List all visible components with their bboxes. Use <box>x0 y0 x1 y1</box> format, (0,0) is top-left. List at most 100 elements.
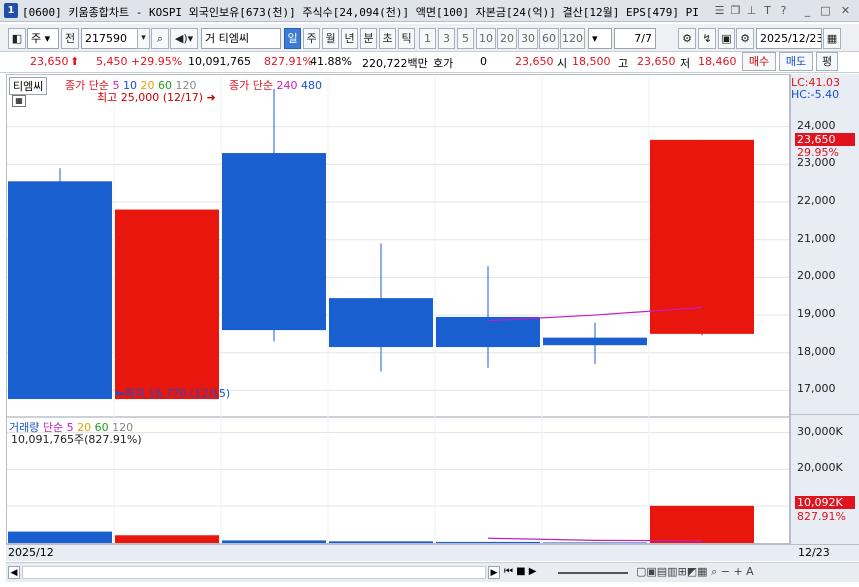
interval-custom-select[interactable]: ▾ <box>588 28 612 49</box>
sell-button[interactable]: 매도 <box>779 52 813 71</box>
low-label: 저 <box>680 57 691 70</box>
window-title: [0600] 키움종합차트 - KOSPI 외국인보유[673(천)] 주식수[… <box>22 6 699 19</box>
volume-bar <box>650 505 754 543</box>
open-price: 18,500 <box>572 55 611 68</box>
grid-toggle-icon[interactable]: ▦ <box>12 95 26 107</box>
price-axis[interactable]: LC:41.03 HC:-5.40 24,000 23,000 22,000 21,0… <box>790 74 859 544</box>
restore-icon[interactable]: ❐ <box>728 3 743 18</box>
period-tick[interactable]: 틱 <box>398 28 415 49</box>
period-second[interactable]: 초 <box>379 28 396 49</box>
up-arrow-icon: ⬆ <box>70 55 80 68</box>
price-tick-label: 17,000 <box>797 382 836 396</box>
left-arrow-icon: ⬅ <box>115 387 125 400</box>
interval-1[interactable]: 1 <box>419 28 436 49</box>
candle-body <box>115 209 219 400</box>
last-volume-pct: 827.91% <box>797 510 846 523</box>
price-repeat: 23,650 <box>515 55 554 68</box>
gear-link-icon[interactable]: ⚙ <box>678 28 696 49</box>
tool-icons[interactable]: ▢▣▤▥⊞◩▦ ⌕ − + A <box>636 565 754 579</box>
sound-icon[interactable]: ◀)▾ <box>170 28 198 49</box>
open-label: 시 <box>557 57 568 70</box>
volume-value: 10,091,765 <box>188 55 251 68</box>
text-T-icon[interactable]: T <box>760 3 775 18</box>
interval-3[interactable]: 3 <box>438 28 455 49</box>
ma2-legend[interactable]: 종가 단순 240 480 <box>229 77 322 93</box>
period-week[interactable]: 주 <box>303 28 320 49</box>
save-icon[interactable]: ▣ <box>718 28 735 49</box>
search-icon[interactable]: ⌕ <box>151 28 169 49</box>
chart-canvas[interactable] <box>7 75 789 543</box>
eval-button[interactable]: 평 <box>816 52 838 71</box>
mode-select[interactable]: 주 ▾ <box>27 28 59 49</box>
bid-value: 0 <box>480 55 487 68</box>
maximize-icon[interactable]: □ <box>818 3 833 18</box>
candle-body <box>650 139 754 334</box>
volume-bar <box>329 541 433 543</box>
price-tick-label: 18,000 <box>797 344 836 358</box>
volume-ratio: 827.91% <box>264 55 313 68</box>
price-tick-label: 21,000 <box>797 231 836 245</box>
toolbar: ◧ 주 ▾ 전 217590 ▾ ⌕ ◀)▾ 거 티엠씨 일 주 월 년 분 초… <box>0 24 859 52</box>
window-number-icon[interactable]: 1 <box>4 3 18 18</box>
calendar-icon[interactable]: ▦ <box>823 28 841 49</box>
high-label: 고 <box>618 57 629 70</box>
period-month[interactable]: 월 <box>322 28 339 49</box>
chevron-down-icon[interactable]: ▾ <box>137 28 150 49</box>
ma2-label: 종가 단순 <box>229 79 273 92</box>
playback-controls[interactable]: ⏮ ■ ▶ <box>504 566 537 577</box>
trade-amount: 220,722백만 <box>362 57 428 70</box>
candle-body <box>222 153 326 331</box>
buy-button[interactable]: 매수 <box>742 52 776 71</box>
scroll-right-icon[interactable]: ▶ <box>488 566 500 579</box>
scroll-track[interactable] <box>22 566 486 579</box>
volume-bar <box>543 542 647 543</box>
interval-10[interactable]: 10 <box>476 28 496 49</box>
high-price: 23,650 <box>637 55 676 68</box>
period-day[interactable]: 일 <box>284 28 301 49</box>
chart-area[interactable]: 티엠씨 종가 단순 5 10 20 60 120 종가 단순 240 480 ▦… <box>6 74 790 544</box>
ma-480: 480 <box>300 79 322 92</box>
interval-5[interactable]: 5 <box>457 28 474 49</box>
stock-name-field[interactable]: 거 티엠씨 <box>201 28 281 49</box>
close-icon[interactable]: ✕ <box>838 3 853 18</box>
last-price-tag: 23,650 <box>795 132 855 146</box>
candle-body <box>329 298 433 348</box>
interval-20[interactable]: 20 <box>497 28 517 49</box>
trend-icon[interactable]: ↯ <box>698 28 716 49</box>
period-minute[interactable]: 분 <box>360 28 377 49</box>
pin-icon[interactable]: ⊥ <box>744 3 759 18</box>
price-legend-name[interactable]: 티엠씨 <box>9 77 48 95</box>
count-input[interactable]: 7/7 <box>614 28 656 49</box>
volume-bar <box>115 535 219 543</box>
chart-layout-icon[interactable]: ◧ <box>8 28 26 49</box>
price-tick-label: 19,000 <box>797 307 836 321</box>
help-icon[interactable]: ? <box>776 3 791 18</box>
date-input[interactable]: 2025/12/23 <box>756 28 822 49</box>
scroll-left-icon[interactable]: ◀ <box>8 566 20 579</box>
minimize-icon[interactable]: _ <box>800 3 815 18</box>
interval-30[interactable]: 30 <box>518 28 538 49</box>
change-percent: +29.95% <box>131 55 183 68</box>
min-note: ⬅최저 16,770 (12/15) <box>115 387 231 400</box>
max-note: 최고 25,000 (12/17) ➜ <box>97 91 216 104</box>
candle-body <box>8 181 112 400</box>
price-tick-label: 20,000 <box>797 269 836 283</box>
zoom-slider[interactable] <box>558 572 628 574</box>
prev-button[interactable]: 전 <box>61 28 79 49</box>
volume-bar <box>222 540 326 543</box>
end-date: 12/23 <box>798 546 830 559</box>
last-volume-tag: 10,092K <box>795 496 855 509</box>
chart-scrollbar[interactable]: ◀ ▶ ⏮ ■ ▶ ▢▣▤▥⊞◩▦ ⌕ − + A <box>6 562 859 582</box>
change-amount: 5,450 <box>96 55 128 68</box>
volume-tick-label: 20,000K <box>797 461 843 475</box>
volume-tick-label: 30,000K <box>797 424 843 438</box>
settings-icon[interactable]: ⚙ <box>736 28 754 49</box>
interval-120[interactable]: 120 <box>560 28 585 49</box>
period-year[interactable]: 년 <box>341 28 358 49</box>
price-summary-row: 23,650 ⬆ 5,450 +29.95% 10,091,765 827.91… <box>0 52 859 73</box>
list-icon[interactable]: ☰ <box>712 3 727 18</box>
interval-60[interactable]: 60 <box>539 28 559 49</box>
ma-240: 240 <box>276 79 298 92</box>
low-price: 18,460 <box>698 55 737 68</box>
date-axis-bar: 2025/12 12/23 <box>6 544 859 561</box>
